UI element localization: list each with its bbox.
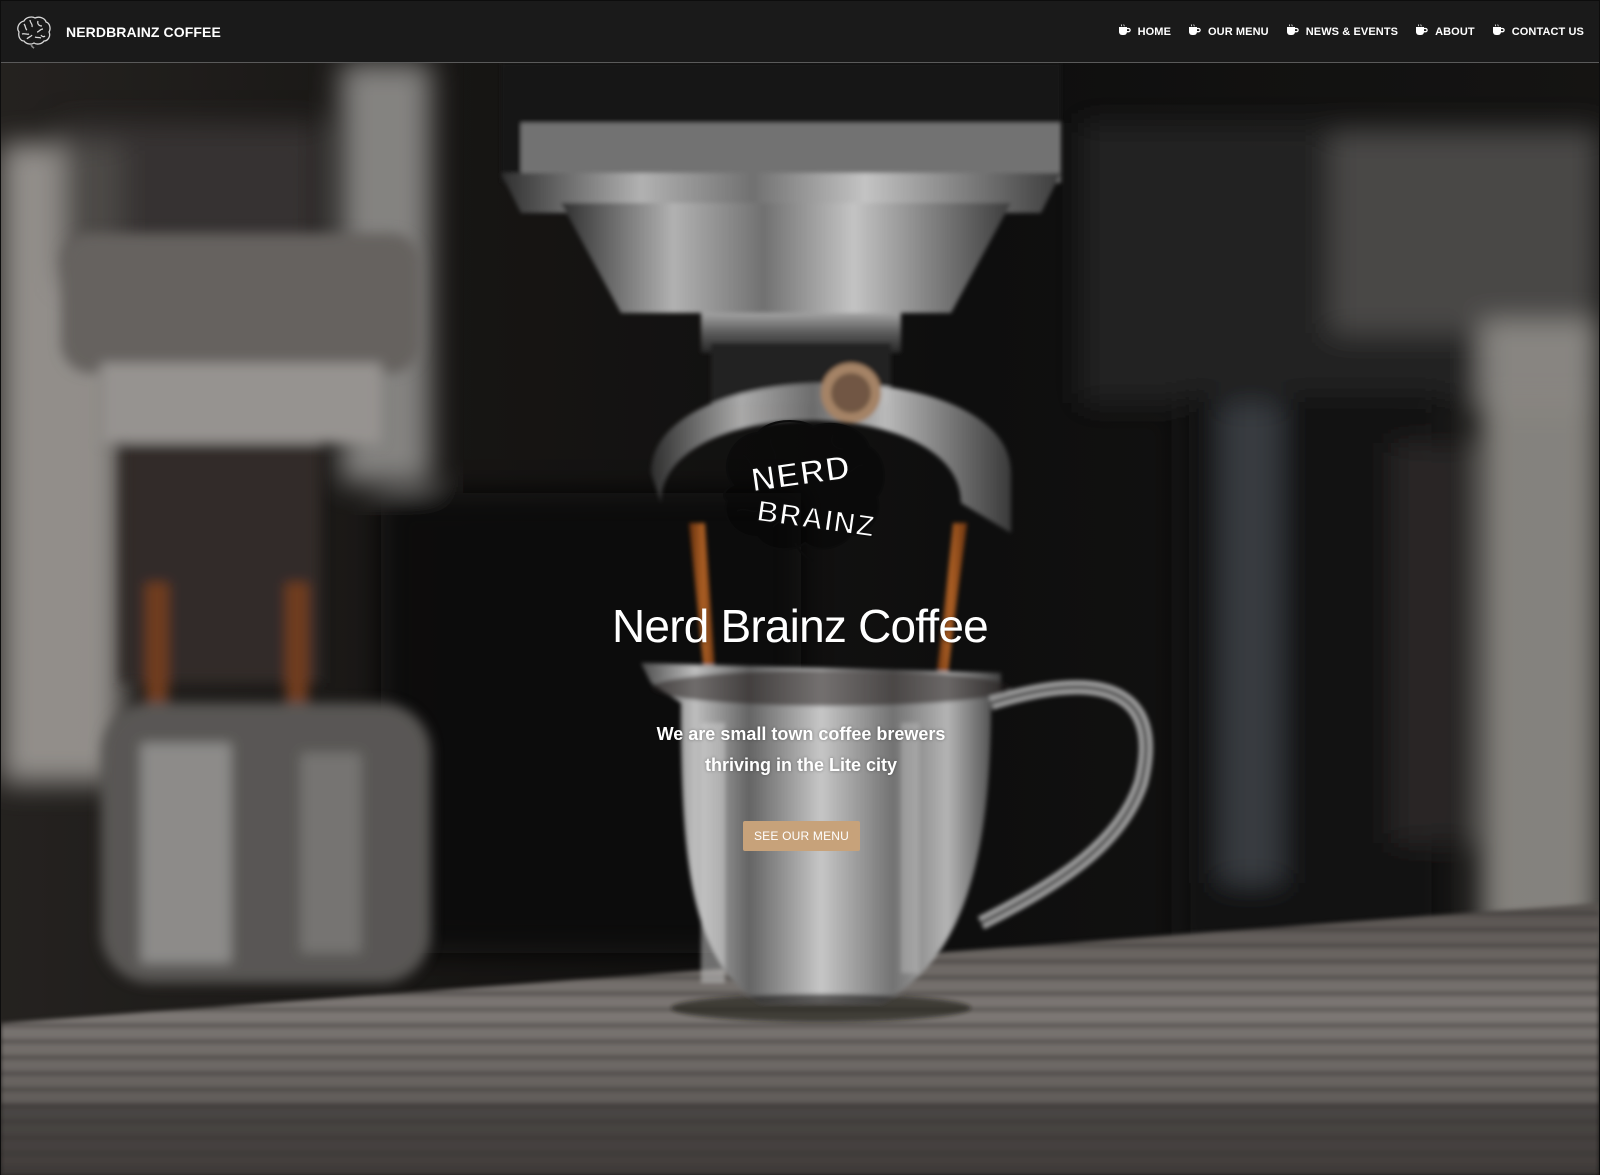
hero-tagline: We are small town coffee brewers thrivin… — [601, 719, 1001, 781]
nav-item-about[interactable]: ABOUT — [1415, 23, 1475, 38]
hero-tagline-line-1: We are small town coffee brewers — [656, 724, 946, 744]
page: NERDBRAINZ COFFEE HOME OUR MENU NEWS & E… — [0, 0, 1600, 1175]
top-navbar: NERDBRAINZ COFFEE HOME OUR MENU NEWS & E… — [1, 1, 1599, 63]
nav-links: HOME OUR MENU NEWS & EVENTS ABOUT CONTAC… — [1101, 1, 1584, 63]
nav-item-label: NEWS & EVENTS — [1305, 26, 1399, 38]
brand-link[interactable]: NERDBRAINZ COFFEE — [14, 15, 221, 49]
nav-item-our-menu[interactable]: OUR MENU — [1188, 23, 1269, 38]
nav-item-contact-us[interactable]: CONTACT US — [1492, 23, 1584, 38]
nerd-brainz-logo-icon: NERD BRAINZ — [723, 420, 885, 562]
nav-item-home[interactable]: HOME — [1118, 23, 1172, 38]
nav-item-label: HOME — [1137, 26, 1172, 38]
coffee-cup-icon — [1492, 23, 1505, 35]
nav-item-news-events[interactable]: NEWS & EVENTS — [1286, 23, 1399, 38]
coffee-cup-icon — [1286, 23, 1299, 35]
brand-name: NERDBRAINZ COFFEE — [66, 23, 221, 40]
nav-item-label: CONTACT US — [1511, 26, 1584, 38]
hero-tagline-line-2: thriving in the Lite city — [704, 755, 897, 775]
hero-title: Nerd Brainz Coffee — [612, 600, 989, 652]
coffee-cup-icon — [1416, 23, 1428, 35]
nav-item-label: OUR MENU — [1208, 26, 1269, 38]
coffee-cup-icon — [1189, 23, 1201, 35]
nav-item-label: ABOUT — [1435, 26, 1475, 38]
coffee-cup-icon — [1118, 23, 1131, 35]
brain-logo-icon — [17, 15, 51, 49]
see-our-menu-button[interactable]: SEE OUR MENU — [743, 821, 860, 851]
hero-section: NERD BRAINZ Nerd Brainz Coffee We are sm… — [1, 63, 1599, 1175]
